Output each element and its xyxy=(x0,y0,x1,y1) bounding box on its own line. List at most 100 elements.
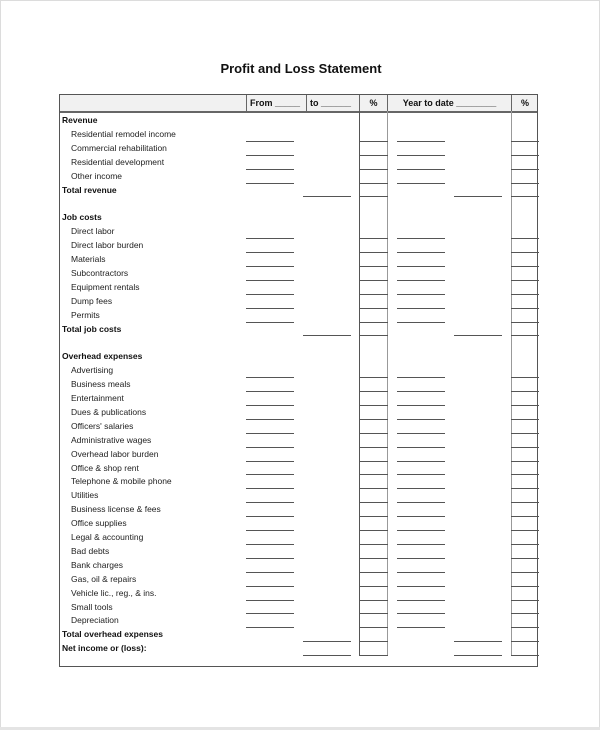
ytd-amount-field[interactable] xyxy=(397,154,445,156)
percent-period-cell[interactable] xyxy=(359,530,388,531)
percent-ytd-cell[interactable] xyxy=(511,599,539,601)
percent-ytd-cell[interactable] xyxy=(511,516,539,518)
percent-period-cell[interactable] xyxy=(359,182,388,184)
percent-ytd-cell[interactable] xyxy=(511,585,539,587)
from-amount-field[interactable] xyxy=(246,432,294,434)
percent-ytd-cell[interactable] xyxy=(511,627,539,629)
from-amount-field[interactable] xyxy=(246,404,294,406)
from-amount-field[interactable] xyxy=(246,293,294,295)
percent-period-cell[interactable] xyxy=(359,613,388,615)
from-amount-field[interactable] xyxy=(246,252,294,253)
percent-ytd-cell[interactable] xyxy=(511,154,539,156)
percent-period-cell[interactable] xyxy=(359,571,388,573)
ytd-amount-field[interactable] xyxy=(397,543,445,545)
percent-period-cell[interactable] xyxy=(359,377,388,379)
percent-period-cell[interactable] xyxy=(359,307,388,309)
percent-ytd-cell[interactable] xyxy=(511,377,539,379)
ytd-amount-field[interactable] xyxy=(397,140,445,142)
from-amount-field[interactable] xyxy=(246,265,294,267)
percent-ytd-cell[interactable] xyxy=(511,321,539,323)
ytd-amount-field[interactable] xyxy=(397,571,445,573)
percent-ytd-cell[interactable] xyxy=(511,307,539,309)
percent-ytd-cell[interactable] xyxy=(511,474,539,476)
percent-ytd-cell[interactable] xyxy=(511,488,539,490)
ytd-amount-field[interactable] xyxy=(397,182,445,184)
from-amount-field[interactable] xyxy=(246,543,294,545)
percent-period-cell[interactable] xyxy=(359,641,388,643)
percent-ytd-cell[interactable] xyxy=(511,238,539,240)
percent-period-cell[interactable] xyxy=(359,488,388,490)
ytd-amount-field[interactable] xyxy=(397,377,445,379)
from-amount-field[interactable] xyxy=(246,488,294,490)
percent-period-cell[interactable] xyxy=(359,404,388,406)
ytd-amount-field[interactable] xyxy=(397,321,445,323)
percent-ytd-cell[interactable] xyxy=(511,543,539,545)
percent-period-cell[interactable] xyxy=(359,196,388,198)
percent-ytd-cell[interactable] xyxy=(511,571,539,573)
percent-period-cell[interactable] xyxy=(359,460,388,462)
from-amount-field[interactable] xyxy=(246,140,294,142)
percent-period-cell[interactable] xyxy=(359,627,388,629)
percent-period-cell[interactable] xyxy=(359,502,388,504)
from-amount-field[interactable] xyxy=(246,627,294,629)
ytd-amount-field[interactable] xyxy=(397,599,445,601)
from-amount-field[interactable] xyxy=(246,377,294,379)
ytd-amount-field[interactable] xyxy=(397,265,445,267)
percent-period-cell[interactable] xyxy=(359,293,388,295)
ytd-amount-field[interactable] xyxy=(397,460,445,462)
from-amount-field[interactable] xyxy=(246,321,294,323)
ytd-amount-field[interactable] xyxy=(397,488,445,490)
ytd-amount-field[interactable] xyxy=(397,307,445,309)
from-amount-field[interactable] xyxy=(246,530,294,531)
percent-period-cell[interactable] xyxy=(359,599,388,601)
ytd-amount-field[interactable] xyxy=(397,627,445,629)
percent-period-cell[interactable] xyxy=(359,140,388,142)
ytd-amount-field[interactable] xyxy=(397,252,445,253)
percent-ytd-cell[interactable] xyxy=(511,641,539,643)
ytd-amount-field[interactable] xyxy=(397,516,445,518)
ytd-amount-field[interactable] xyxy=(397,502,445,504)
percent-ytd-cell[interactable] xyxy=(511,196,539,198)
from-amount-field[interactable] xyxy=(246,391,294,392)
percent-ytd-cell[interactable] xyxy=(511,168,539,170)
percent-period-cell[interactable] xyxy=(359,446,388,448)
percent-ytd-cell[interactable] xyxy=(511,460,539,462)
percent-period-cell[interactable] xyxy=(359,585,388,587)
percent-ytd-cell[interactable] xyxy=(511,502,539,504)
to-total-field[interactable] xyxy=(303,655,351,657)
from-amount-field[interactable] xyxy=(246,516,294,518)
ytd-amount-field[interactable] xyxy=(397,446,445,448)
from-amount-field[interactable] xyxy=(246,418,294,420)
from-amount-field[interactable] xyxy=(246,571,294,573)
ytd-amount-field[interactable] xyxy=(397,404,445,406)
ytd-amount-field[interactable] xyxy=(397,391,445,392)
from-amount-field[interactable] xyxy=(246,446,294,448)
ytd-amount-field[interactable] xyxy=(397,613,445,615)
percent-period-cell[interactable] xyxy=(359,418,388,420)
percent-ytd-cell[interactable] xyxy=(511,279,539,281)
percent-period-cell[interactable] xyxy=(359,252,388,253)
from-amount-field[interactable] xyxy=(246,168,294,170)
ytd-total-field[interactable] xyxy=(454,335,502,337)
to-total-field[interactable] xyxy=(303,196,351,198)
ytd-amount-field[interactable] xyxy=(397,418,445,420)
ytd-amount-field[interactable] xyxy=(397,557,445,559)
from-amount-field[interactable] xyxy=(246,460,294,462)
from-amount-field[interactable] xyxy=(246,474,294,476)
from-amount-field[interactable] xyxy=(246,502,294,504)
to-total-field[interactable] xyxy=(303,335,351,337)
ytd-amount-field[interactable] xyxy=(397,168,445,170)
percent-period-cell[interactable] xyxy=(359,154,388,156)
ytd-amount-field[interactable] xyxy=(397,432,445,434)
percent-ytd-cell[interactable] xyxy=(511,432,539,434)
percent-ytd-cell[interactable] xyxy=(511,140,539,142)
percent-ytd-cell[interactable] xyxy=(511,446,539,448)
percent-ytd-cell[interactable] xyxy=(511,182,539,184)
percent-period-cell[interactable] xyxy=(359,557,388,559)
percent-period-cell[interactable] xyxy=(359,474,388,476)
percent-ytd-cell[interactable] xyxy=(511,252,539,253)
percent-period-cell[interactable] xyxy=(359,238,388,240)
ytd-total-field[interactable] xyxy=(454,196,502,198)
percent-period-cell[interactable] xyxy=(359,543,388,545)
percent-period-cell[interactable] xyxy=(359,265,388,267)
